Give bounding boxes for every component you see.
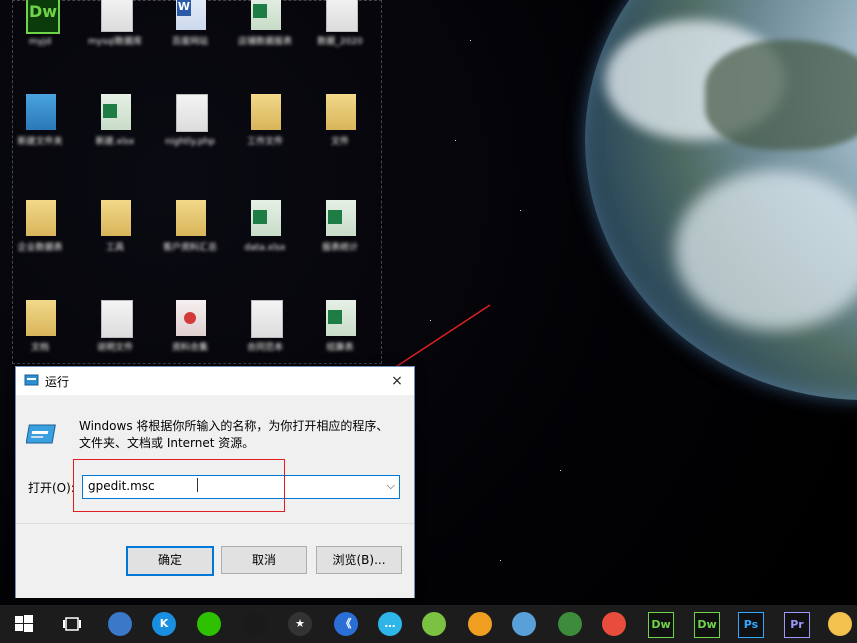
task-view-icon[interactable] bbox=[58, 610, 86, 638]
tools-icon[interactable] bbox=[556, 610, 584, 638]
qq-icon[interactable] bbox=[240, 610, 268, 638]
premiere-icon[interactable]: Pr bbox=[782, 610, 810, 638]
photoshop-icon[interactable]: Ps bbox=[736, 610, 764, 638]
tiles-icon[interactable] bbox=[600, 610, 628, 638]
taskbar: K ★ 《 … Dw Dw Ps Pr bbox=[0, 605, 857, 643]
dreamweaver-icon[interactable]: Dw bbox=[646, 610, 674, 638]
chat-icon[interactable]: … bbox=[376, 610, 404, 638]
remote-desktop-icon[interactable] bbox=[106, 610, 134, 638]
run-dialog-titlebar[interactable]: 运行 × bbox=[16, 367, 414, 395]
app-star-icon[interactable]: ★ bbox=[286, 610, 314, 638]
monitor-icon[interactable] bbox=[510, 610, 538, 638]
mascot-icon[interactable] bbox=[826, 610, 854, 638]
kugou-icon[interactable]: K bbox=[150, 610, 178, 638]
dialog-button-area: 确定 取消 浏览(B)... bbox=[16, 523, 414, 598]
browse-button[interactable]: 浏览(B)... bbox=[316, 546, 402, 574]
dreamweaver2-icon[interactable]: Dw bbox=[692, 610, 720, 638]
back-app-icon[interactable]: 《 bbox=[332, 610, 360, 638]
ok-button[interactable]: 确定 bbox=[126, 546, 214, 576]
annotation-highlight-box bbox=[73, 459, 285, 512]
chevron-down-icon[interactable]: ⌵ bbox=[387, 479, 395, 493]
open-label: 打开(O): bbox=[28, 481, 75, 495]
run-icon bbox=[26, 424, 56, 444]
close-button[interactable]: × bbox=[386, 371, 408, 391]
start-icon[interactable] bbox=[10, 610, 38, 638]
wechat-icon[interactable] bbox=[195, 610, 223, 638]
run-app-icon bbox=[24, 374, 39, 386]
cancel-button[interactable]: 取消 bbox=[221, 546, 307, 574]
green-app-icon[interactable] bbox=[420, 610, 448, 638]
run-dialog-title: 运行 bbox=[45, 375, 70, 389]
run-description: Windows 将根据你所输入的名称，为你打开相应的程序、文件夹、文档或 Int… bbox=[79, 419, 389, 450]
files-icon[interactable] bbox=[466, 610, 494, 638]
